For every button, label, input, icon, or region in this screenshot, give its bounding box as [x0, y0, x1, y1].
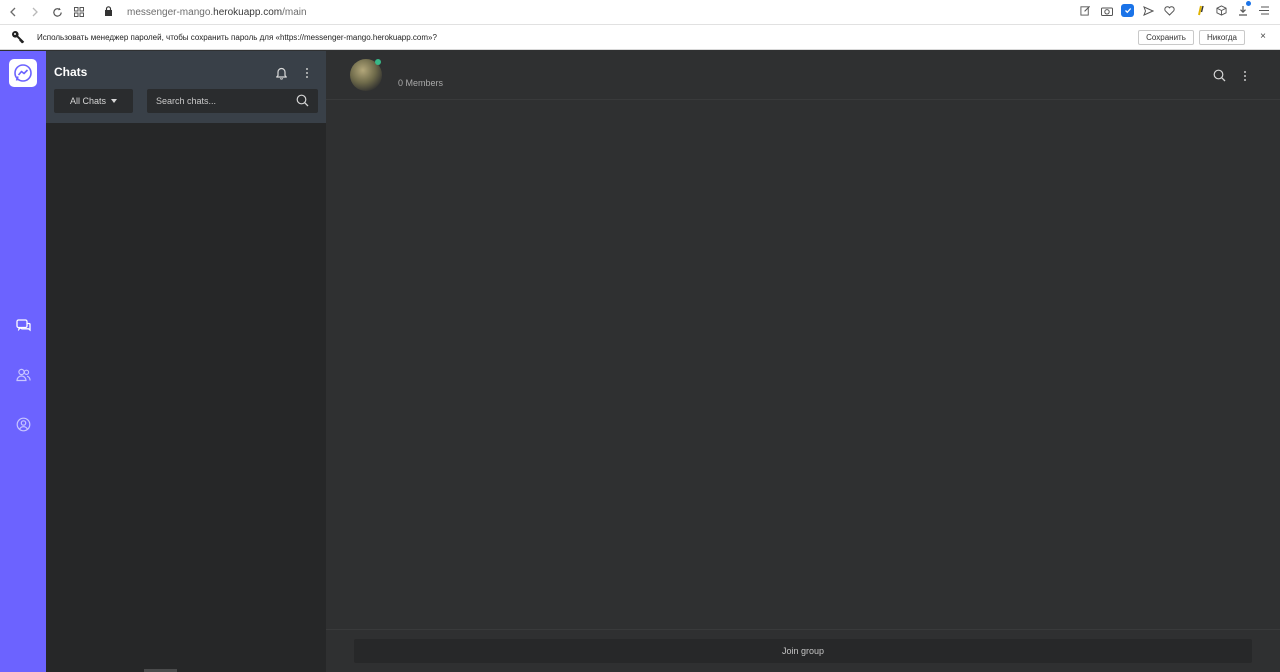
profile-icon[interactable]	[14, 415, 32, 433]
chat-filter-dropdown[interactable]: All Chats	[54, 89, 133, 113]
browser-toolbar: messenger-mango. herokuapp.com/main	[0, 0, 1280, 25]
reload-icon[interactable]	[46, 1, 68, 23]
chat-filter-label: All Chats	[69, 96, 106, 106]
shield-icon[interactable]	[1121, 4, 1134, 17]
contacts-icon[interactable]	[14, 366, 32, 384]
edit-icon[interactable]	[1079, 4, 1092, 17]
more-options-icon[interactable]	[1240, 69, 1250, 83]
extension-icon[interactable]	[1194, 4, 1207, 17]
search-icon[interactable]	[1213, 69, 1226, 82]
heart-icon[interactable]	[1163, 4, 1176, 17]
lock-icon	[104, 5, 113, 19]
address-bar[interactable]: messenger-mango. herokuapp.com/main	[104, 5, 307, 19]
menu-icon[interactable]	[1257, 4, 1270, 17]
chat-header: 0 Members	[326, 51, 1280, 100]
members-count: 0 Members	[398, 78, 444, 88]
url-text: messenger-mango. herokuapp.com/main	[127, 6, 307, 18]
save-password-button[interactable]: Сохранить	[1138, 30, 1194, 45]
box-icon[interactable]	[1215, 4, 1228, 17]
tabs-grid-icon[interactable]	[68, 1, 90, 23]
never-button[interactable]: Никогда	[1199, 30, 1245, 45]
messenger-logo-icon[interactable]	[9, 59, 37, 87]
chat-list-header: Chats All Chats	[46, 51, 326, 123]
search-input[interactable]	[147, 89, 318, 113]
page-title: Chats	[54, 65, 88, 79]
password-manager-bar: Использовать менеджер паролей, чтобы сох…	[0, 25, 1280, 50]
bell-icon[interactable]	[275, 66, 289, 80]
chat-list-panel: Chats All Chats	[46, 51, 326, 672]
chats-icon[interactable]	[14, 317, 32, 335]
search-icon[interactable]	[296, 94, 309, 107]
chat-panel: 0 Members Join group	[326, 51, 1280, 672]
browser-extension-icons	[1079, 1, 1270, 17]
nav-rail	[0, 51, 46, 672]
password-prompt-text: Использовать менеджер паролей, чтобы сох…	[37, 32, 437, 42]
more-options-icon[interactable]	[302, 66, 312, 80]
download-icon[interactable]	[1236, 1, 1251, 17]
messenger-app: Chats All Chats 0 Members	[0, 51, 1280, 672]
camera-icon[interactable]	[1100, 4, 1113, 17]
join-group-button[interactable]: Join group	[354, 639, 1252, 663]
send-icon[interactable]	[1142, 4, 1155, 17]
key-icon	[0, 30, 36, 44]
close-icon[interactable]: ×	[1260, 31, 1266, 42]
caret-down-icon	[111, 99, 117, 103]
back-icon[interactable]	[2, 1, 24, 23]
online-status-dot	[375, 59, 381, 65]
forward-icon[interactable]	[24, 1, 46, 23]
